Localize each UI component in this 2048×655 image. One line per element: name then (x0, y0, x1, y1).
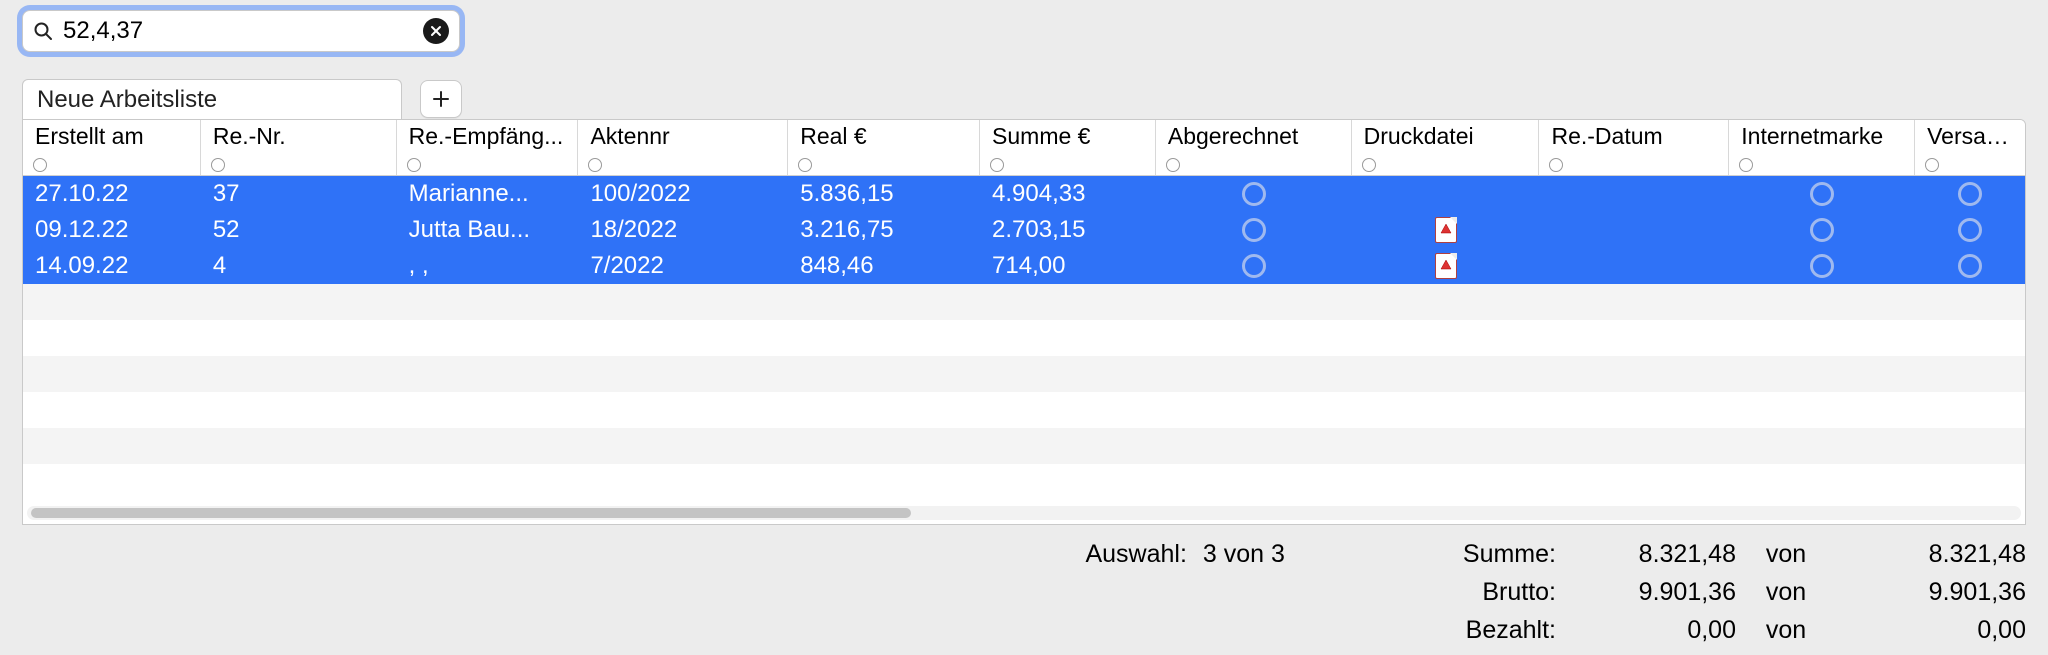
col-abgerechnet[interactable]: Abgerechnet (1156, 120, 1352, 175)
cell-versandt[interactable] (1915, 218, 2025, 242)
cell-real: 848,46 (788, 252, 980, 280)
bezahlt-value: 0,00 (1556, 616, 1736, 645)
status-ring-icon (1958, 182, 1982, 206)
cell-druckdatei[interactable] (1352, 217, 1540, 243)
cell-summe: 4.904,33 (980, 180, 1156, 208)
cell-real: 5.836,15 (788, 180, 980, 208)
cell-renr: 4 (201, 252, 397, 280)
cell-erstellt: 27.10.22 (23, 180, 201, 208)
summe-total: 8.321,48 (1836, 540, 2026, 569)
cell-abgerechnet[interactable] (1156, 182, 1352, 206)
pdf-icon[interactable] (1435, 217, 1457, 243)
horizontal-scrollbar[interactable] (27, 506, 2021, 520)
cell-empfaenger: , , (397, 252, 579, 280)
bezahlt-label: Bezahlt: (1466, 616, 1556, 645)
worklist-tab-row: Neue Arbeitsliste (22, 79, 462, 119)
col-re-datum[interactable]: Re.-Datum (1539, 120, 1729, 175)
col-real[interactable]: Real € (788, 120, 980, 175)
clear-search-icon[interactable] (423, 18, 449, 44)
cell-internetmarke[interactable] (1729, 254, 1915, 278)
search-input[interactable] (61, 16, 423, 46)
add-worklist-button[interactable] (420, 80, 462, 118)
summe-value: 8.321,48 (1556, 540, 1736, 569)
auswahl-value: 3 von 3 (1203, 540, 1323, 569)
cell-real: 3.216,75 (788, 216, 980, 244)
col-druckdatei[interactable]: Druckdatei (1352, 120, 1540, 175)
summary-footer: Auswahl: 3 von 3 Summe: 8.321,48 von 8.3… (0, 540, 2026, 654)
table-row-empty (23, 464, 2025, 500)
cell-abgerechnet[interactable] (1156, 254, 1352, 278)
col-erstellt-am[interactable]: Erstellt am (23, 120, 201, 175)
cell-aktennr: 7/2022 (578, 252, 788, 280)
col-internetmarke[interactable]: Internetmarke (1729, 120, 1915, 175)
table-row-empty (23, 320, 2025, 356)
table-row-empty (23, 392, 2025, 428)
cell-summe: 2.703,15 (980, 216, 1156, 244)
cell-renr: 52 (201, 216, 397, 244)
cell-versandt[interactable] (1915, 182, 2025, 206)
pdf-icon[interactable] (1435, 253, 1457, 279)
cell-druckdatei[interactable] (1352, 253, 1540, 279)
col-aktennr[interactable]: Aktennr (578, 120, 788, 175)
bezahlt-total: 0,00 (1836, 616, 2026, 645)
von-label: von (1736, 616, 1836, 645)
cell-internetmarke[interactable] (1729, 218, 1915, 242)
auswahl-label: Auswahl: (1085, 540, 1186, 569)
status-ring-icon (1810, 182, 1834, 206)
von-label: von (1736, 540, 1836, 569)
col-re-nr[interactable]: Re.-Nr. (201, 120, 397, 175)
cell-abgerechnet[interactable] (1156, 218, 1352, 242)
table-row-empty (23, 356, 2025, 392)
cell-versandt[interactable] (1915, 254, 2025, 278)
search-icon (33, 21, 53, 41)
scrollbar-thumb[interactable] (31, 508, 911, 518)
table-row-empty (23, 284, 2025, 320)
cell-erstellt: 09.12.22 (23, 216, 201, 244)
col-summe[interactable]: Summe € (980, 120, 1156, 175)
status-ring-icon (1810, 218, 1834, 242)
col-versandt[interactable]: Versandt (1915, 120, 2025, 175)
results-table: Erstellt am Re.-Nr. Re.-Empfäng... Akten… (22, 119, 2026, 525)
von-label: von (1736, 578, 1836, 607)
table-row[interactable]: 09.12.2252Jutta Bau...18/20223.216,752.7… (23, 212, 2025, 248)
worklist-tab[interactable]: Neue Arbeitsliste (22, 79, 402, 119)
cell-summe: 714,00 (980, 252, 1156, 280)
cell-renr: 37 (201, 180, 397, 208)
cell-erstellt: 14.09.22 (23, 252, 201, 280)
cell-empfaenger: Marianne... (397, 180, 579, 208)
search-field-container (22, 10, 460, 52)
summe-label: Summe: (1463, 540, 1556, 569)
brutto-total: 9.901,36 (1836, 578, 2026, 607)
status-ring-icon (1810, 254, 1834, 278)
table-row[interactable]: 27.10.2237Marianne...100/20225.836,154.9… (23, 176, 2025, 212)
status-ring-icon (1958, 218, 1982, 242)
worklist-tab-label: Neue Arbeitsliste (37, 86, 217, 114)
brutto-value: 9.901,36 (1556, 578, 1736, 607)
table-row[interactable]: 14.09.224, ,7/2022848,46714,00 (23, 248, 2025, 284)
status-ring-icon (1958, 254, 1982, 278)
cell-internetmarke[interactable] (1729, 182, 1915, 206)
table-body: 27.10.2237Marianne...100/20225.836,154.9… (23, 176, 2025, 500)
cell-aktennr: 100/2022 (578, 180, 788, 208)
table-row-empty (23, 428, 2025, 464)
table-header: Erstellt am Re.-Nr. Re.-Empfäng... Akten… (23, 120, 2025, 176)
brutto-label: Brutto: (1482, 578, 1556, 607)
status-ring-icon (1242, 218, 1266, 242)
plus-icon (431, 89, 451, 109)
status-ring-icon (1242, 182, 1266, 206)
cell-aktennr: 18/2022 (578, 216, 788, 244)
cell-empfaenger: Jutta Bau... (397, 216, 579, 244)
col-re-empfaenger[interactable]: Re.-Empfäng... (397, 120, 579, 175)
status-ring-icon (1242, 254, 1266, 278)
